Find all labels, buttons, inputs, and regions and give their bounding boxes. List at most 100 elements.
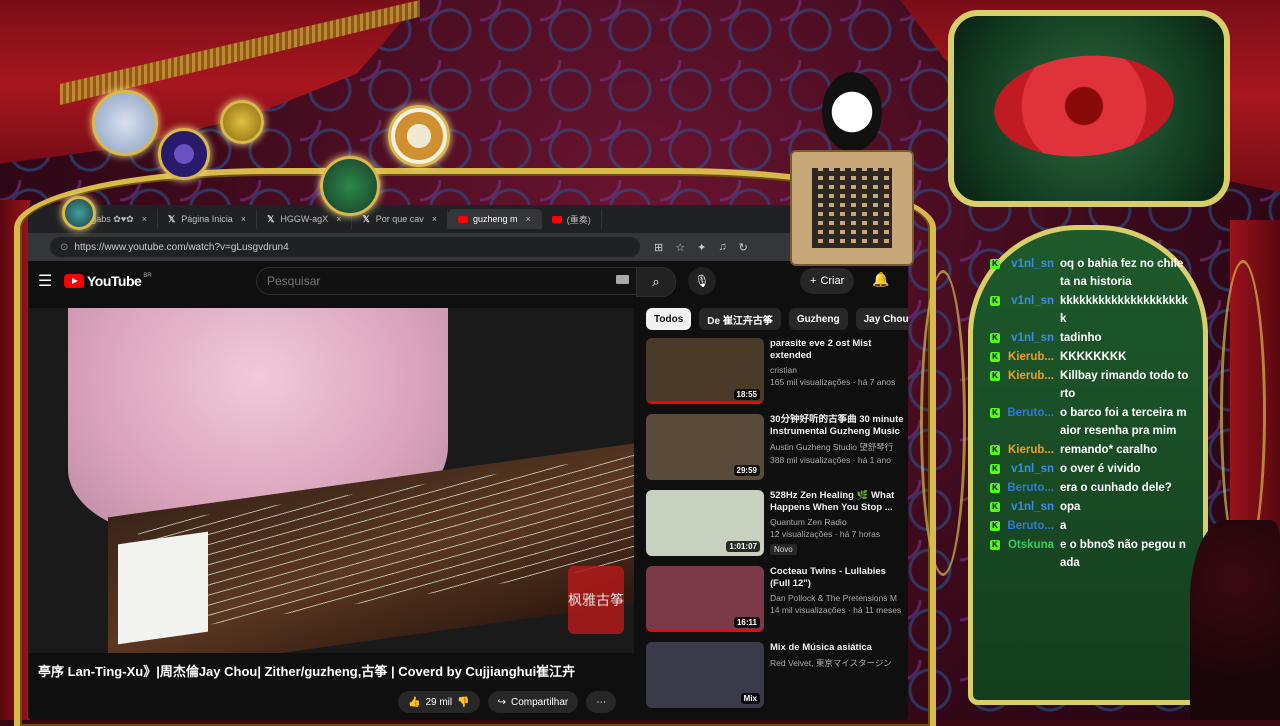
voice-search-button[interactable]: 🎙 [688,267,716,295]
demon-character-art [1190,520,1280,720]
tab-label: (重奏) [566,214,591,225]
chip-jay-chou[interactable]: Jay Chou [855,308,908,330]
keyboard-icon[interactable] [616,275,629,284]
site-info-icon[interactable]: ⊙ [60,242,68,253]
chat-username[interactable]: Beruto... [1006,517,1054,535]
chat-text: e o bbno$ não pegou nada [1060,539,1186,569]
video-thumbnail[interactable]: 16:11 [646,566,764,632]
extension-icon[interactable]: ✦ [697,241,706,254]
tab-label: gabs ✿♥✿ [91,213,134,224]
chat-username[interactable]: v1nl_sn [1006,255,1054,273]
duration-badge: 29:59 [733,465,760,476]
like-count: 29 mil [425,696,453,708]
browser-tab[interactable]: (重奏) [542,209,602,229]
kick-badge-icon: K [990,464,1000,474]
recommendation-channel[interactable]: Austin Guzheng Studio 望舒琴行 [770,441,908,453]
close-icon[interactable]: × [336,214,341,224]
jester-mascot [822,72,882,152]
chat-username[interactable]: Kierub... [1006,441,1054,459]
recommendation-item[interactable]: 1:01:07 528Hz Zen Healing 🌿 What Happens… [646,490,908,558]
recommendation-channel[interactable]: Red Velvet, 東京マイスタージン [770,657,908,669]
video-thumbnail[interactable]: Mix [646,642,764,708]
chat-message: Kv1nl_sn o over é vivido [990,460,1190,478]
recommendation-item[interactable]: 29:59 30分钟好听的古筝曲 30 minute Instrumental … [646,414,908,482]
chat-username[interactable]: v1nl_sn [1006,292,1054,310]
search-button[interactable]: ⌕ [636,267,676,297]
url-field[interactable]: ⊙ https://www.youtube.com/watch?v=gLusgvd… [50,237,640,257]
recommendation-item[interactable]: Mix Mix de Música asiática Red Velvet, 東京… [646,642,908,710]
recommendation-title[interactable]: Cocteau Twins - Lullabies (Full 12") [770,566,908,590]
browser-tab-active[interactable]: guzheng m × [448,209,542,229]
recommendation-title[interactable]: 30分钟好听的古筝曲 30 minute Instrumental Guzhen… [770,414,908,438]
browser-window: 𝕏gabs ✿♥✿× 𝕏Página Inicia× 𝕏HGGW-agX× 𝕏P… [28,205,908,720]
more-icon: ⋯ [596,696,607,708]
share-button[interactable]: ↪ Compartilhar [487,691,579,713]
history-icon[interactable]: ↻ [739,241,748,254]
close-icon[interactable]: × [432,214,437,224]
more-actions-button[interactable]: ⋯ [586,691,617,713]
recommendation-channel[interactable]: cristian [770,365,908,375]
chat-message: Kv1nl_sn oq o bahia fez no chile ta na hi… [990,255,1190,291]
notifications-bell-icon[interactable]: 🔔 [872,271,889,288]
chat-username[interactable]: v1nl_sn [1006,460,1054,478]
recommendation-channel[interactable]: Dan Pollock & The Pretensions M [770,593,908,603]
pineapple-orb [388,105,450,167]
plus-icon: + [810,275,817,287]
tab-label: HGGW-agX [280,214,329,224]
video-thumbnail[interactable]: 18:55 [646,338,764,404]
eye-webcam-panel [948,10,1230,207]
recommendation-views: 388 mil visualizações · há 1 ano [770,455,891,465]
chat-username[interactable]: v1nl_sn [1006,329,1054,347]
recommendation-views: 165 mil visualizações · há 7 anos [770,377,896,387]
create-button[interactable]: + Criar [800,268,855,294]
search-input[interactable] [265,273,569,289]
close-icon[interactable]: × [142,214,147,224]
chat-messages: Kv1nl_sn oq o bahia fez no chile ta na hi… [990,255,1190,573]
video-thumbnail[interactable]: 1:01:07 [646,490,764,556]
close-icon[interactable]: × [241,214,246,224]
chat-username[interactable]: Otskuna [1006,536,1054,554]
browser-tab[interactable]: 𝕏 Por que cav × [352,209,448,229]
read-mode-icon[interactable]: ⊞ [654,241,663,254]
recommendation-title[interactable]: 528Hz Zen Healing 🌿 What Happens When Yo… [770,490,908,514]
create-label: Criar [820,275,845,287]
close-icon[interactable]: × [526,214,531,224]
recommendation-channel[interactable]: Quantum Zen Radio [770,517,908,527]
video-player[interactable]: 枫雅古筝 [28,308,634,653]
red-seal-watermark: 枫雅古筝 [568,566,624,634]
like-button[interactable]: 👍 29 mil 👎 [398,691,480,713]
video-title: 亭序 Lan-Ting-Xu》|周杰倫Jay Chou| Zither/guzh… [38,664,576,679]
kick-badge-icon: K [990,540,1000,550]
thumbs-down-icon[interactable]: 👎 [457,697,469,708]
chat-text: era o cunhado dele? [1060,482,1172,494]
qr-code[interactable] [812,168,892,248]
bookmark-star-icon[interactable]: ☆ [675,241,685,254]
share-icon: ↪ [497,696,506,708]
chip-channel[interactable]: De 崔江卉古筝 [699,308,781,330]
recommendation-list: 18:55 parasite eve 2 ost Mist extended cr… [646,338,908,718]
chat-username[interactable]: Kierub... [1006,348,1054,366]
menu-icon[interactable]: ☰ [38,271,58,291]
music-icon[interactable]: ♫ [718,241,726,254]
recommendation-title[interactable]: parasite eve 2 ost Mist extended [770,338,908,362]
recommendation-title[interactable]: Mix de Música asiática [770,642,908,654]
chat-message: K Otskuna e o bbno$ não pegou nada [990,536,1190,572]
youtube-logo[interactable]: YouTube BR [64,273,152,289]
kick-badge-icon: K [990,333,1000,343]
url-text: https://www.youtube.com/watch?v=gLusgvdr… [74,241,289,253]
chat-message: K Beruto... era o cunhado dele? [990,479,1190,497]
recommendation-item[interactable]: 18:55 parasite eve 2 ost Mist extended cr… [646,338,908,406]
recommendation-item[interactable]: 16:11 Cocteau Twins - Lullabies (Full 12… [646,566,908,634]
chip-todos[interactable]: Todos [646,308,692,330]
chat-username[interactable]: Beruto... [1006,479,1054,497]
browser-tab[interactable]: 𝕏 Página Inicia × [158,209,258,229]
chat-text: KKKKKKKK [1060,351,1127,363]
chat-username[interactable]: Beruto... [1006,404,1054,422]
kick-badge-icon: K [990,371,1000,381]
chat-username[interactable]: Kierub... [1006,367,1054,385]
video-thumbnail[interactable]: 29:59 [646,414,764,480]
kick-badge-icon: K [990,502,1000,512]
chip-guzheng[interactable]: Guzheng [788,308,848,330]
thumbs-up-icon: 👍 [408,696,421,708]
chat-username[interactable]: v1nl_sn [1006,498,1054,516]
